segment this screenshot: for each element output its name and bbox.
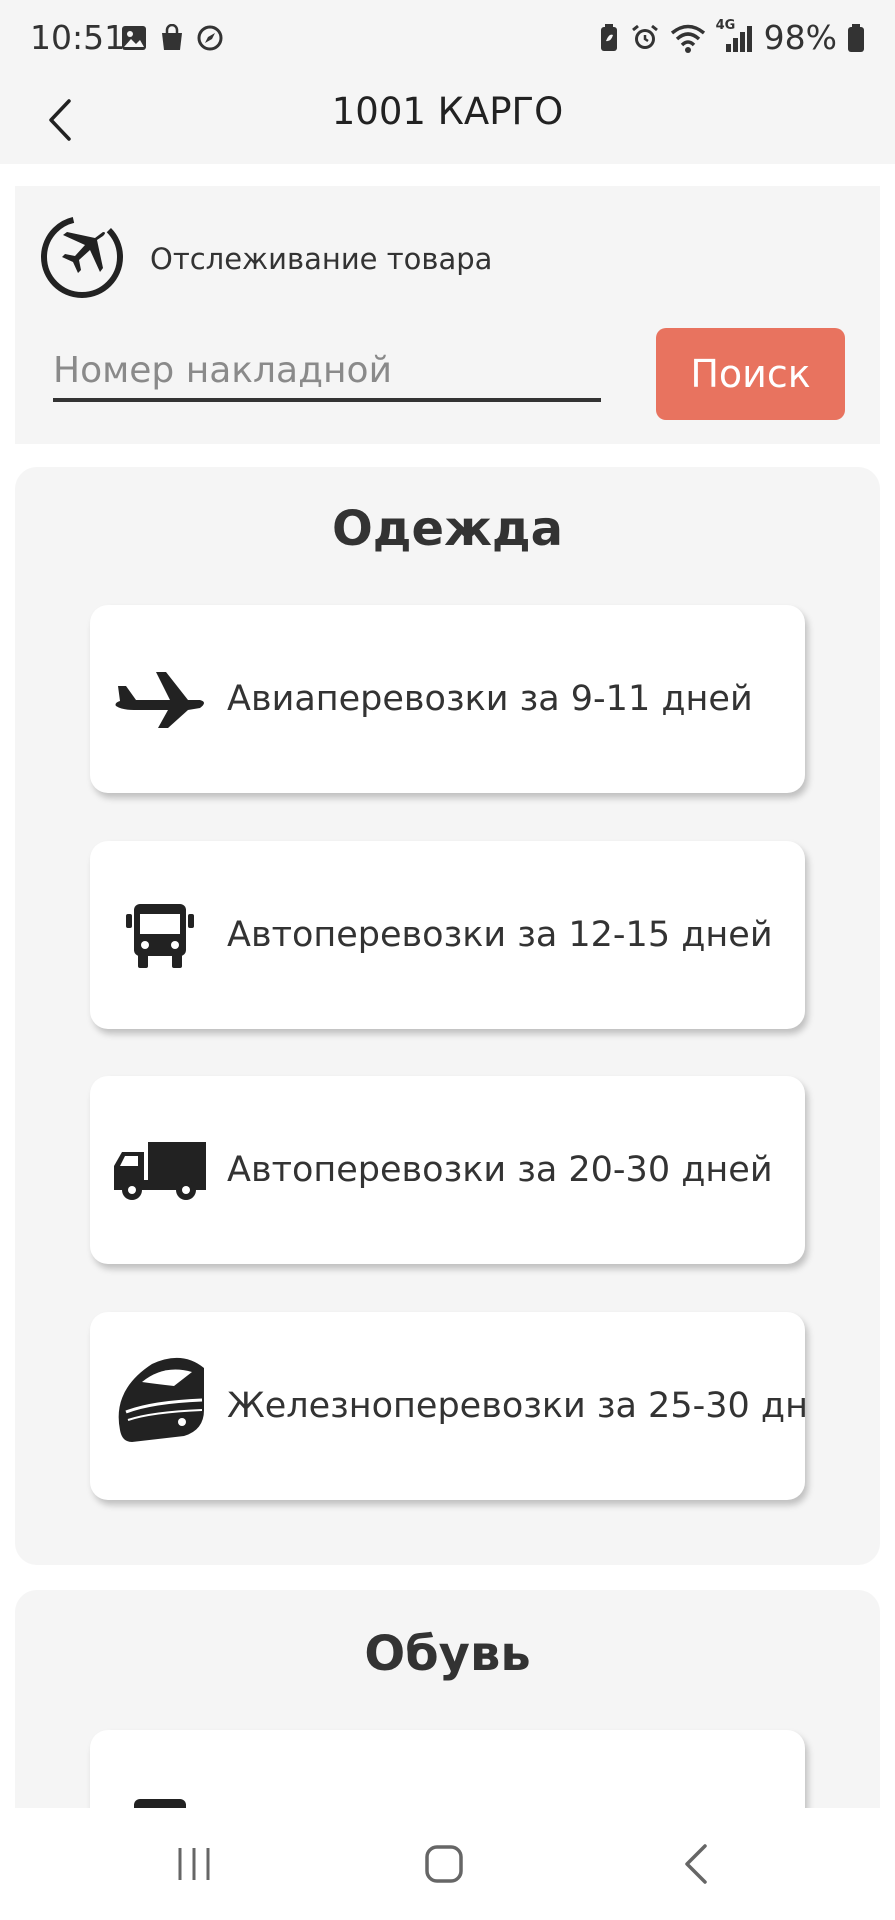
back-nav-button[interactable]	[656, 1828, 736, 1900]
service-label: Авиаперевозки за 9-11 дней	[227, 679, 753, 719]
tracking-label: Отслеживание товара	[150, 242, 493, 276]
system-nav-bar	[0, 1808, 895, 1920]
home-icon	[425, 1845, 463, 1883]
category-title: Одежда	[331, 501, 564, 557]
bus-icon	[112, 891, 208, 981]
shopping-bag-icon	[162, 24, 182, 50]
gallery-icon	[122, 26, 146, 50]
status-right-group: 4G 98%	[598, 18, 865, 57]
back-icon	[685, 1844, 707, 1884]
service-card-truck[interactable]: Автоперевозки за 20-30 дней	[90, 1076, 805, 1264]
app-bar: 1001 КАРГО	[0, 80, 895, 164]
battery-percentage: 98%	[763, 18, 837, 57]
service-card-train[interactable]: Железноперевозки за 25-30 дней	[90, 1312, 805, 1500]
recents-button[interactable]	[154, 1828, 234, 1900]
status-time: 10:51	[30, 18, 126, 57]
home-button[interactable]	[404, 1828, 484, 1900]
waybill-number-input[interactable]	[53, 342, 601, 402]
wifi-icon	[670, 24, 705, 53]
airplane-icon	[112, 655, 208, 745]
service-label: Автоперевозки за 20-30 дней	[227, 1150, 773, 1190]
notification-icons	[120, 24, 224, 52]
recents-icon	[178, 1848, 210, 1880]
category-title: Обувь	[364, 1626, 531, 1682]
plane-in-circle-icon	[37, 212, 127, 302]
tracking-card: Отслеживание товара Поиск	[15, 186, 880, 444]
category-section-clothes: Одежда Авиаперевозки за 9-11 дней Автопе…	[15, 467, 880, 1565]
train-icon	[112, 1348, 208, 1448]
signal-group: 4G	[716, 18, 754, 54]
compass-icon	[197, 25, 223, 51]
search-button[interactable]: Поиск	[656, 328, 845, 420]
status-bar: 10:51 4G 98%	[0, 0, 895, 80]
service-label: Железноперевозки за 25-30 дней	[227, 1386, 805, 1426]
service-card-air[interactable]: Авиаперевозки за 9-11 дней	[90, 605, 805, 793]
truck-icon	[112, 1126, 208, 1216]
battery-saver-icon	[600, 23, 617, 51]
network-type: 4G	[715, 17, 736, 33]
page-title: 1001 КАРГО	[331, 90, 564, 133]
service-card-bus[interactable]: Автоперевозки за 12-15 дней	[90, 841, 805, 1029]
service-label: Автоперевозки за 12-15 дней	[227, 915, 773, 955]
battery-icon	[848, 23, 864, 52]
alarm-icon	[631, 24, 658, 49]
